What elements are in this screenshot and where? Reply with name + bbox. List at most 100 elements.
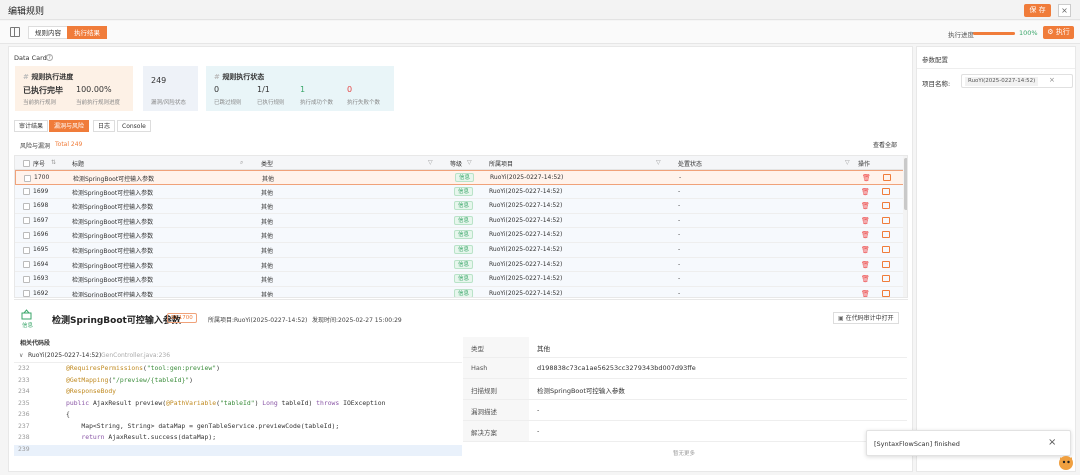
code-line: 237 Map<String, String> dataMap = genTab… — [14, 422, 462, 434]
filter-icon[interactable]: ▽ — [845, 159, 850, 166]
row-project: RuoYi(2025-0227-14:52) — [489, 187, 563, 195]
select-all-checkbox[interactable] — [23, 159, 30, 167]
trash-icon[interactable]: 🗑 — [861, 261, 870, 269]
save-button[interactable]: 保 存 — [1024, 4, 1051, 17]
open-detail-icon[interactable] — [883, 174, 891, 181]
chevron-down-icon[interactable]: ∨ — [19, 352, 23, 359]
scrollbar-thumb[interactable] — [904, 158, 907, 210]
open-detail-icon[interactable] — [882, 275, 890, 283]
row-title: 检测SpringBoot可控输入参数 — [72, 262, 154, 270]
table-row[interactable]: 1694 检测SpringBoot可控输入参数 其他 信息 RuoYi(2025-022… — [15, 257, 907, 273]
code-file-name: GenController.java:236 — [101, 352, 171, 359]
table-row[interactable]: 1699 检测SpringBoot可控输入参数 其他 信息 RuoYi(2025-022… — [15, 184, 907, 200]
progress-l2: 当前执行规则进度 — [76, 100, 121, 106]
open-detail-icon[interactable] — [882, 202, 890, 210]
subtab-console[interactable]: Console — [117, 120, 151, 132]
view-all-button[interactable]: 查看全部 — [873, 140, 897, 149]
row-project: RuoYi(2025-0227-14:52) — [489, 260, 563, 268]
open-detail-icon[interactable] — [882, 216, 890, 224]
subtab-risk[interactable]: 漏洞与风险 — [49, 120, 90, 132]
trash-icon[interactable]: 🗑 — [861, 275, 870, 283]
code-icon: ▣ — [838, 315, 844, 322]
trash-icon[interactable]: 🗑 — [862, 174, 871, 182]
row-type: 其他 — [261, 291, 274, 298]
open-detail-icon[interactable] — [882, 260, 890, 268]
row-project: RuoYi(2025-0227-14:52) — [489, 289, 563, 297]
table-row[interactable]: 1697 检测SpringBoot可控输入参数 其他 信息 RuoYi(2025-022… — [15, 213, 907, 229]
line-number: 239 — [18, 444, 30, 453]
progress-bar — [973, 32, 1015, 35]
row-type: 其他 — [261, 277, 274, 285]
table-row[interactable]: 1695 检测SpringBoot可控输入参数 其他 信息 RuoYi(2025-022… — [15, 243, 907, 258]
close-icon[interactable]: × — [1058, 4, 1071, 17]
row-id: 1693 — [33, 275, 49, 283]
trash-icon[interactable]: 🗑 — [861, 202, 870, 210]
state-card: # 规则执行状态 0 1/1 1 0 已跳过规则 已执行规则 执行成功个数 执行… — [206, 66, 394, 111]
code-line: 235 public AjaxResult preview(@PathVariab… — [14, 399, 462, 411]
close-icon[interactable]: × — [1049, 76, 1055, 84]
trash-icon[interactable]: 🗑 — [861, 188, 870, 196]
row-checkbox[interactable] — [23, 217, 30, 225]
row-checkbox[interactable] — [24, 174, 31, 182]
risk-card[interactable]: 249 漏洞/风险状态 — [143, 66, 198, 111]
detail-id-badge: ID:1700 — [167, 313, 197, 323]
open-in-audit-button[interactable]: ▣ 在代码审计中打开 — [833, 312, 899, 324]
line-number: 238 — [18, 433, 30, 441]
code-text: Map<String, String> dataMap = genTableSe… — [66, 421, 340, 430]
mascot-icon[interactable] — [1056, 452, 1076, 472]
filter-icon[interactable]: ▽ — [467, 159, 472, 166]
tab-exec-result[interactable]: 执行结果 — [67, 26, 107, 39]
table-row[interactable]: 1696 检测SpringBoot可控输入参数 其他 信息 RuoYi(2025-022… — [15, 228, 907, 243]
property-row: 解决方案 - — [463, 421, 907, 442]
filter-icon[interactable]: ▽ — [428, 159, 433, 166]
project-label: 项目名称: — [922, 80, 951, 88]
table-row[interactable]: 1698 检测SpringBoot可控输入参数 其他 信息 RuoYi(2025-022… — [15, 199, 907, 214]
subtab-log[interactable]: 日志 — [93, 120, 116, 132]
scrollbar-track[interactable] — [903, 156, 907, 297]
code-lines: 232 @RequiresPermissions("tool:gen:previe… — [14, 364, 462, 464]
open-detail-icon[interactable] — [882, 246, 890, 253]
detail-project: 所属项目:RuoYi(2025-0227-14:52) — [208, 317, 308, 324]
trash-icon[interactable]: 🗑 — [861, 290, 870, 297]
progress-card: # 规则执行进度 已执行完毕 100.00% 当前执行规则 当前执行规则进度 — [15, 66, 133, 111]
open-detail-icon[interactable] — [882, 289, 890, 297]
row-project: RuoYi(2025-0227-14:52) — [489, 216, 563, 224]
row-id: 1694 — [33, 260, 49, 268]
open-detail-icon[interactable] — [882, 231, 890, 239]
open-detail-icon[interactable] — [882, 187, 890, 195]
header-title: 标题 — [72, 161, 85, 168]
row-checkbox[interactable] — [23, 246, 30, 254]
code-file-project: RuoYi(2025-0227-14:52) — [28, 352, 102, 359]
divider — [917, 68, 1075, 69]
search-icon[interactable]: ⌕ — [240, 159, 243, 167]
property-key: 漏洞描述 — [463, 400, 529, 420]
help-icon[interactable]: ? — [46, 54, 53, 61]
table-row[interactable]: 1700 检测SpringBoot可控输入参数 其他 信息 RuoYi(2025-022… — [15, 170, 907, 185]
run-button[interactable]: ⚙ 执行 — [1043, 26, 1074, 39]
row-level-tag: 信息 — [454, 230, 474, 240]
trash-icon[interactable]: 🗑 — [861, 246, 870, 254]
property-value: d198838c73ca1ae56253cc3279343bd007d93ffe — [537, 364, 696, 372]
table-row[interactable]: 1693 检测SpringBoot可控输入参数 其他 信息 RuoYi(2025-022… — [15, 272, 907, 287]
row-checkbox[interactable] — [23, 188, 30, 196]
trash-icon[interactable]: 🗑 — [861, 217, 870, 225]
filter-icon[interactable]: ▽ — [656, 159, 661, 166]
row-checkbox[interactable] — [23, 290, 30, 297]
row-type: 其他 — [261, 233, 274, 241]
sort-icon[interactable]: ⇅ — [51, 159, 56, 166]
row-type: 其他 — [261, 248, 274, 255]
progress-status: 已执行完毕 — [23, 86, 63, 95]
row-checkbox[interactable] — [23, 261, 30, 269]
layout-toggle-icon[interactable] — [10, 27, 20, 37]
row-checkbox[interactable] — [23, 231, 30, 239]
close-icon[interactable]: × — [1048, 437, 1056, 448]
table-row[interactable]: 1692 检测SpringBoot可控输入参数 其他 信息 RuoYi(2025-022… — [15, 286, 907, 298]
trash-icon[interactable]: 🗑 — [861, 231, 870, 239]
project-select[interactable]: RuoYi(2025-0227-14:52) × — [961, 74, 1073, 88]
subtab-audit[interactable]: 审计结果 — [14, 120, 49, 132]
tab-rule-content[interactable]: 规则内容 — [28, 26, 68, 39]
row-checkbox[interactable] — [23, 275, 30, 283]
property-value: 检测SpringBoot可控输入参数 — [537, 387, 625, 395]
row-checkbox[interactable] — [23, 202, 30, 210]
tab-bar: 规则内容 执行结果 执行进度 100% ⚙ 执行 — [0, 21, 1080, 44]
